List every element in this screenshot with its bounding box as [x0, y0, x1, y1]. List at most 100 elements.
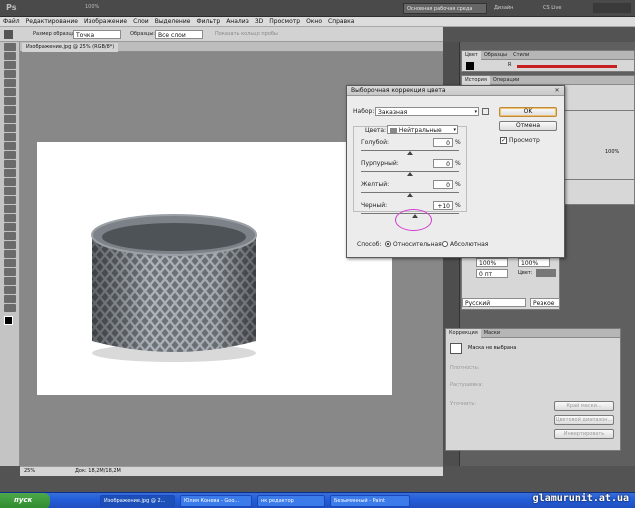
opacity-value[interactable]: 100%	[605, 149, 619, 155]
slider-unit: %	[455, 202, 461, 209]
sample-size-select[interactable]: Точка	[73, 30, 121, 39]
panel-tab[interactable]: Коррекция	[446, 329, 481, 338]
tool-icon[interactable]	[4, 187, 16, 195]
tool-icon[interactable]	[4, 70, 16, 78]
preview-checkbox[interactable]: ✓	[500, 137, 507, 144]
tool-icon[interactable]	[4, 223, 16, 231]
tool-icon[interactable]	[4, 133, 16, 141]
menu-item[interactable]: Слои	[130, 17, 152, 26]
taskbar-item[interactable]: нк редактор	[257, 495, 325, 507]
slider-thumb[interactable]	[407, 151, 413, 155]
start-button[interactable]: пуск	[0, 493, 50, 508]
preset-value: Заказная	[378, 109, 408, 116]
slider-thumb[interactable]	[407, 193, 413, 197]
taskbar-item[interactable]: Изображение.jpg @ 2...	[100, 495, 175, 507]
cslive-button[interactable]: CS Live	[543, 5, 561, 11]
absolute-radio[interactable]	[442, 241, 448, 247]
masks-panel: Коррекция Маски Маска не выбрана Плотност…	[445, 328, 621, 451]
panel-tab[interactable]: Маски	[481, 329, 503, 338]
colors-select[interactable]: Нейтральные ▾	[387, 125, 458, 134]
slider-value-field[interactable]: 0	[433, 138, 453, 147]
menu-item[interactable]: 3D	[252, 17, 266, 26]
slider-value-field[interactable]: +10	[433, 201, 453, 210]
taskbar-item[interactable]: Юлия Конева - Goo...	[180, 495, 252, 507]
panel-tab[interactable]: Образцы	[481, 51, 510, 60]
char-color-label: Цвет:	[518, 270, 533, 276]
sample-ring-label[interactable]: Показать кольцо пробы	[215, 31, 278, 37]
language-select[interactable]: Русский	[462, 298, 526, 307]
tool-icon[interactable]	[4, 61, 16, 69]
sample-size-value: Точка	[76, 32, 95, 39]
ok-button[interactable]: OK	[499, 107, 557, 117]
invert-button[interactable]: Инвертировать	[554, 429, 614, 439]
menu-item[interactable]: Справка	[325, 17, 357, 26]
slider-thumb[interactable]	[407, 172, 413, 176]
menu-item[interactable]: Изображение	[81, 17, 130, 26]
scale-field[interactable]: 100%	[476, 258, 508, 267]
design-button[interactable]: Дизайн	[494, 5, 513, 11]
tool-icon[interactable]	[4, 160, 16, 168]
workspace-button[interactable]: Основная рабочая среда	[403, 3, 487, 14]
relative-radio[interactable]	[385, 241, 391, 247]
tool-icon[interactable]	[4, 268, 16, 276]
menu-item[interactable]: Файл	[0, 17, 23, 26]
status-bar: 25% Док: 18,2M/18,2M	[20, 466, 443, 476]
mask-edge-button[interactable]: Край маски...	[554, 401, 614, 411]
panel-tab[interactable]: Операции	[490, 76, 522, 85]
document-tab[interactable]: Изображение.jpg @ 25% (RGB/8*)	[22, 43, 119, 52]
tool-icon[interactable]	[4, 151, 16, 159]
tool-icon[interactable]	[4, 178, 16, 186]
tool-icon[interactable]	[4, 43, 16, 51]
samples-select[interactable]: Все слои	[155, 30, 203, 39]
tool-icon[interactable]	[4, 241, 16, 249]
baseline-field[interactable]: 0 пт	[476, 269, 508, 278]
foreground-swatch[interactable]	[466, 62, 474, 70]
panel-tab[interactable]: Стили	[510, 51, 532, 60]
eyedropper-icon[interactable]	[4, 30, 13, 39]
menu-item[interactable]: Фильтр	[193, 17, 223, 26]
close-icon[interactable]: ✕	[553, 87, 561, 95]
tool-icon[interactable]	[4, 79, 16, 87]
antialias-select[interactable]: Резкое	[530, 298, 560, 307]
tool-icon[interactable]	[4, 214, 16, 222]
tool-icon[interactable]	[4, 250, 16, 258]
tool-icon[interactable]	[4, 97, 16, 105]
tool-icon[interactable]	[4, 196, 16, 204]
menu-item[interactable]: Редактирование	[23, 17, 81, 26]
tool-icon[interactable]	[4, 88, 16, 96]
preset-select[interactable]: Заказная ▾	[375, 107, 479, 116]
tool-icon[interactable]	[4, 295, 16, 303]
tool-icon[interactable]	[4, 124, 16, 132]
tool-icon[interactable]	[4, 142, 16, 150]
char-color-swatch[interactable]	[536, 269, 556, 277]
cancel-button[interactable]: Отмена	[499, 121, 557, 131]
tool-icon[interactable]	[4, 259, 16, 267]
tool-icon[interactable]	[4, 304, 16, 312]
tool-icon[interactable]	[4, 52, 16, 60]
menu-item[interactable]: Анализ	[223, 17, 252, 26]
dialog-titlebar[interactable]: Выборочная коррекция цвета ✕	[347, 86, 564, 96]
tool-icon[interactable]	[4, 169, 16, 177]
red-slider[interactable]	[517, 65, 617, 68]
menu-item[interactable]: Просмотр	[266, 17, 303, 26]
slider-value-field[interactable]: 0	[433, 180, 453, 189]
tool-icon[interactable]	[4, 106, 16, 114]
panel-tab[interactable]: История	[462, 76, 490, 85]
scale-field-2[interactable]: 100%	[518, 258, 550, 267]
taskbar-item[interactable]: Безымянный - Paint	[330, 495, 410, 507]
menu-item[interactable]: Выделение	[152, 17, 194, 26]
panel-tab[interactable]: Цвет	[462, 51, 481, 60]
foreground-color-swatch[interactable]	[4, 316, 13, 325]
preset-options-icon[interactable]	[482, 108, 489, 115]
tool-icon[interactable]	[4, 277, 16, 285]
tool-icon[interactable]	[4, 205, 16, 213]
status-zoom[interactable]: 25%	[24, 468, 35, 474]
tool-icon[interactable]	[4, 232, 16, 240]
tool-icon[interactable]	[4, 115, 16, 123]
menu-item[interactable]: Окно	[303, 17, 325, 26]
color-range-button[interactable]: Цветовой диапазон...	[554, 415, 614, 425]
slider-value-field[interactable]: 0	[433, 159, 453, 168]
zoom-readout[interactable]: 100%	[85, 4, 99, 10]
window-controls[interactable]	[593, 3, 631, 13]
tool-icon[interactable]	[4, 286, 16, 294]
